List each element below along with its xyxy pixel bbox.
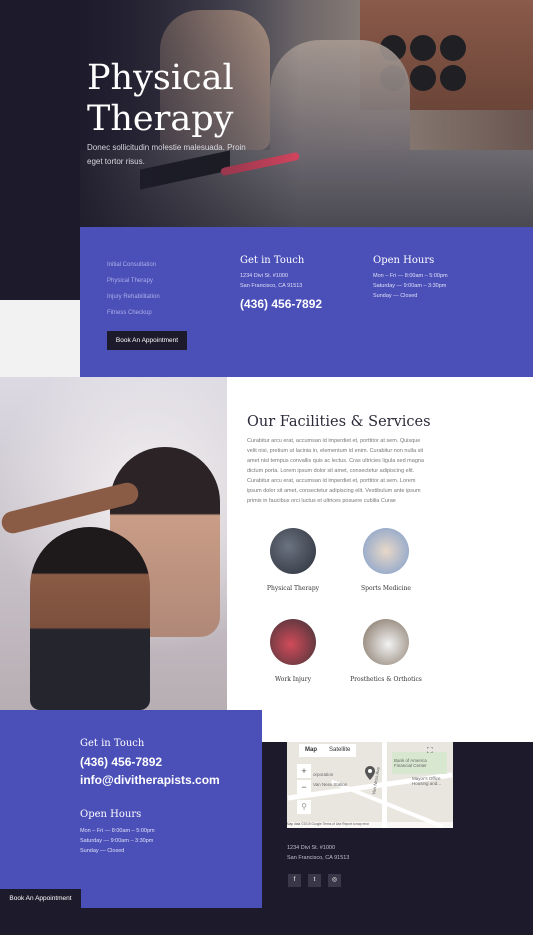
- hero-subtitle: Donec sollicitudin molestie malesuada. P…: [87, 143, 246, 166]
- service-link-fitness-checkup[interactable]: Fitness Checkup: [107, 310, 152, 316]
- address-line: 1234 Divi St. #1000: [240, 273, 289, 279]
- location-map[interactable]: Map Satellite ⛶ + − ⚲ Bank of America Fi…: [287, 742, 453, 828]
- hours-sunday: Sunday — Closed: [80, 848, 125, 854]
- hours-weekday: Mon – Fri — 8:00am – 5:00pm: [80, 828, 155, 834]
- service-label-prosthetics[interactable]: Prosthetics & Orthotics: [336, 676, 436, 683]
- prosthetics-image[interactable]: [363, 619, 409, 665]
- hours-weekday: Mon – Fri — 8:00am – 5:00pm: [373, 273, 448, 279]
- zoom-out-button[interactable]: −: [297, 780, 311, 794]
- page-title: Physical Therapy: [87, 58, 234, 139]
- medicine-ball: [440, 65, 466, 91]
- book-appointment-button[interactable]: Book An Appointment: [107, 331, 187, 350]
- map-attribution: Map data ©2019 Google Terms of Use Repor…: [287, 822, 453, 828]
- map-label-corp: orporation: [313, 772, 334, 777]
- map-road: [382, 742, 387, 828]
- twitter-icon[interactable]: t: [308, 874, 321, 887]
- service-label-physical-therapy[interactable]: Physical Therapy: [243, 585, 343, 592]
- map-road: [330, 779, 444, 828]
- get-in-touch-heading: Get in Touch: [240, 255, 305, 266]
- open-hours-heading: Open Hours: [373, 255, 435, 266]
- facilities-title: Our Facilities & Services: [247, 414, 431, 430]
- service-label-sports-medicine[interactable]: Sports Medicine: [336, 585, 436, 592]
- address: 1234 Divi St. #1000 San Francisco, CA 91…: [240, 271, 302, 291]
- map-label-bank: Bank of America Financial Center: [394, 758, 427, 768]
- map-tab-satellite[interactable]: Satellite: [323, 744, 357, 757]
- zoom-in-button[interactable]: +: [297, 764, 311, 778]
- contact-hours-heading: Open Hours: [80, 809, 142, 820]
- facilities-description: Curabitur arcu erat, accumsan id imperdi…: [247, 438, 424, 504]
- hours-sunday: Sunday — Closed: [373, 293, 418, 299]
- open-hours-list: Mon – Fri — 8:00am – 5:00pm Saturday — 9…: [373, 271, 448, 301]
- patient-figure: [30, 527, 150, 710]
- street-view-icon[interactable]: ⚲: [297, 800, 311, 814]
- service-link-initial-consultation[interactable]: Initial Consultation: [107, 262, 156, 268]
- work-injury-image[interactable]: [270, 619, 316, 665]
- book-appointment-button-footer[interactable]: Book An Appointment: [0, 889, 81, 908]
- facebook-icon[interactable]: f: [288, 874, 301, 887]
- medicine-ball: [410, 65, 436, 91]
- contact-hours-list: Mon – Fri — 8:00am – 5:00pm Saturday — 9…: [80, 826, 155, 856]
- hours-saturday: Saturday — 9:00am – 3:30pm: [373, 283, 447, 289]
- contact-heading: Get in Touch: [80, 738, 145, 749]
- sports-medicine-image[interactable]: [363, 528, 409, 574]
- instagram-icon[interactable]: ◎: [328, 874, 341, 887]
- phone-number[interactable]: (436) 456-7892: [240, 297, 322, 311]
- fullscreen-icon[interactable]: ⛶: [427, 746, 437, 756]
- medicine-ball: [410, 35, 436, 61]
- facilities-photo: [0, 377, 227, 710]
- address-line: San Francisco, CA 91513: [240, 283, 303, 289]
- contact-phone[interactable]: (436) 456-7892: [80, 755, 162, 769]
- map-tab-map[interactable]: Map: [299, 744, 323, 757]
- service-link-injury-rehabilitation[interactable]: Injury Rehabilitation: [107, 294, 160, 300]
- footer-address: 1234 Divi St. #1000 San Francisco, CA 91…: [287, 843, 349, 863]
- address-line: 1234 Divi St. #1000: [287, 845, 336, 851]
- service-link-physical-therapy[interactable]: Physical Therapy: [107, 278, 153, 284]
- map-label-mayor: Mayor's Office Housing and...: [412, 776, 442, 786]
- physical-therapy-image[interactable]: [270, 528, 316, 574]
- map-label-station: Van Ness Station: [313, 782, 348, 787]
- address-line: San Francisco, CA 91513: [287, 855, 350, 861]
- contact-email[interactable]: info@divitherapists.com: [80, 773, 220, 787]
- service-label-work-injury[interactable]: Work Injury: [243, 676, 343, 683]
- hours-saturday: Saturday — 9:00am – 3:30pm: [80, 838, 154, 844]
- medicine-ball: [440, 35, 466, 61]
